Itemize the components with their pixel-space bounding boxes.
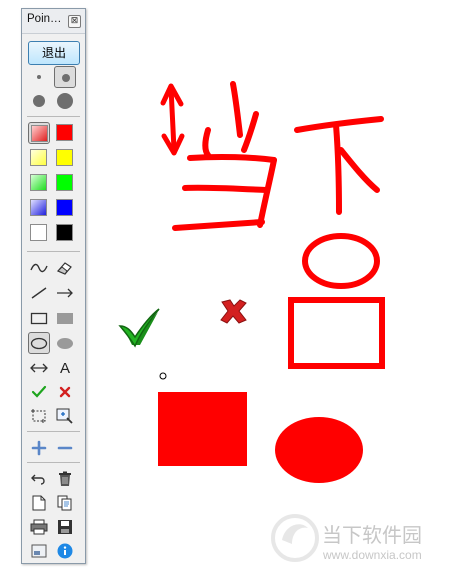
- close-button[interactable]: ⊠: [68, 15, 81, 28]
- screen-capture-icon[interactable]: [28, 540, 50, 562]
- pen-size-medium[interactable]: [54, 66, 76, 88]
- watermark-logo: [271, 514, 319, 562]
- copy-icon[interactable]: [54, 492, 76, 514]
- info-icon[interactable]: [54, 540, 76, 562]
- cross-stamp-icon[interactable]: [54, 381, 76, 403]
- pen-size-xlarge[interactable]: [54, 90, 76, 112]
- plus-icon[interactable]: [28, 437, 50, 459]
- arrow-tool-icon[interactable]: [54, 282, 76, 304]
- line-tool-icon[interactable]: [28, 282, 50, 304]
- palette-title: Poin…: [27, 13, 62, 25]
- drawn-rectangle-filled: [158, 392, 247, 466]
- trash-icon[interactable]: [54, 468, 76, 490]
- zoom-region-icon[interactable]: [54, 405, 76, 427]
- small-point: [159, 372, 167, 380]
- color-swatch-light-blue[interactable]: [28, 197, 50, 219]
- color-swatch-yellow[interactable]: [54, 147, 76, 169]
- separator: [27, 251, 80, 252]
- double-arrow-icon[interactable]: [28, 357, 50, 379]
- color-swatch-light-yellow[interactable]: [28, 147, 50, 169]
- palette-titlebar[interactable]: Poin… ⊠: [22, 9, 85, 34]
- freehand-pen-icon[interactable]: [28, 257, 50, 279]
- color-swatch-white[interactable]: [28, 222, 50, 244]
- color-swatch-green[interactable]: [54, 172, 76, 194]
- cross-stamp: [220, 299, 247, 324]
- drawn-double-arrow: [160, 83, 185, 156]
- handwriting-dang: [172, 81, 277, 231]
- handwriting-xia: [294, 116, 384, 215]
- tool-palette-window: Poin… ⊠ 退出 A: [21, 8, 86, 564]
- save-icon[interactable]: [54, 516, 76, 538]
- separator: [27, 431, 80, 432]
- color-swatch-light-green[interactable]: [28, 172, 50, 194]
- minus-icon[interactable]: [54, 437, 76, 459]
- drawn-ellipse-filled: [275, 417, 363, 483]
- text-tool-icon[interactable]: A: [54, 357, 76, 379]
- separator: [27, 462, 80, 463]
- print-icon[interactable]: [28, 516, 50, 538]
- crop-select-icon[interactable]: [28, 405, 50, 427]
- color-swatch-black[interactable]: [54, 222, 76, 244]
- ellipse-filled-icon[interactable]: [54, 332, 76, 354]
- color-swatch-red[interactable]: [54, 122, 76, 144]
- pen-size-large[interactable]: [28, 90, 50, 112]
- pen-size-small[interactable]: [28, 66, 50, 88]
- check-stamp-icon[interactable]: [28, 381, 50, 403]
- drawn-ellipse-outline: [302, 233, 380, 289]
- text-tool-label: A: [59, 359, 70, 377]
- separator: [27, 116, 80, 117]
- color-swatch-light-red[interactable]: [28, 122, 50, 144]
- exit-button[interactable]: 退出: [28, 41, 80, 65]
- ellipse-outline-icon[interactable]: [28, 332, 50, 354]
- drawn-rectangle-outline: [288, 297, 385, 369]
- rectangle-outline-icon[interactable]: [28, 307, 50, 329]
- watermark-brand: 当下软件园: [322, 523, 422, 547]
- rectangle-filled-icon[interactable]: [54, 307, 76, 329]
- undo-icon[interactable]: [28, 468, 50, 490]
- eraser-icon[interactable]: [54, 257, 76, 279]
- check-stamp: [118, 308, 160, 348]
- new-page-icon[interactable]: [28, 492, 50, 514]
- watermark-url: www.downxia.com: [323, 548, 422, 562]
- color-swatch-blue[interactable]: [54, 197, 76, 219]
